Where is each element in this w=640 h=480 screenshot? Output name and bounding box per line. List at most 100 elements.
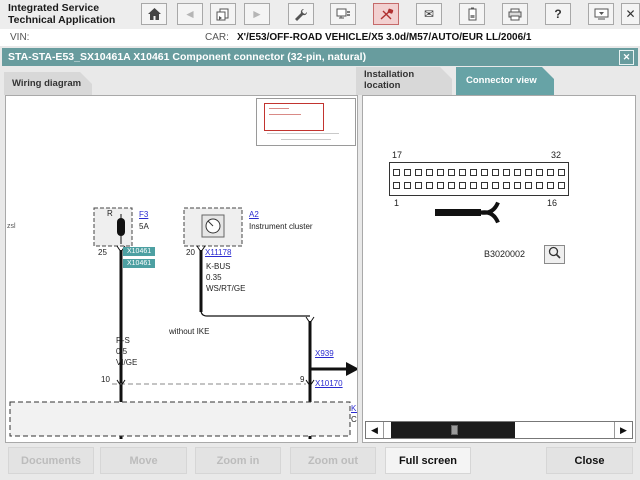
connector-pin	[558, 169, 565, 176]
print-button[interactable]	[502, 3, 528, 25]
module-link[interactable]: K15	[351, 404, 357, 413]
full-screen-button[interactable]: Full screen	[385, 447, 471, 474]
connector-pin	[393, 169, 400, 176]
workshop-session-button[interactable]	[210, 3, 236, 25]
app-title-line2: Technical Application	[8, 14, 116, 27]
scrollbar-thumb[interactable]	[390, 422, 516, 438]
fuse-link[interactable]: F3	[139, 210, 148, 219]
connector-pin	[448, 182, 455, 189]
tab-label: Installation location	[364, 69, 415, 91]
home-button[interactable]	[141, 3, 167, 25]
connector-pin	[492, 182, 499, 189]
content-area: zsl R F3 5A 25 X10461 X10461 A2 Instrume…	[0, 95, 640, 445]
connector-pin	[547, 182, 554, 189]
zoom-image-button[interactable]	[544, 245, 565, 264]
connector-pin	[393, 182, 400, 189]
forward-icon: ►	[251, 7, 263, 21]
wrench-icon	[294, 8, 308, 21]
scroll-left-button[interactable]: ◀	[366, 422, 384, 438]
car-value: X'/E53/OFF-ROAD VEHICLE/X5 3.0d/M57/AUTO…	[237, 32, 532, 43]
magnifier-icon	[548, 246, 561, 264]
button-label: Zoom out	[307, 454, 359, 467]
wire-name-label: R-S	[116, 336, 130, 345]
offpage-link[interactable]: X939	[315, 349, 334, 358]
battery-icon	[468, 7, 477, 21]
main-toolbar: Integrated Service Technical Application…	[0, 0, 640, 30]
close-icon: ✕	[625, 7, 636, 21]
button-label: Documents	[21, 454, 81, 467]
connector-pin	[481, 182, 488, 189]
connector-view-panel: 17 32 1 16 B3020002 ◀ ▶	[362, 95, 636, 443]
connector-pin	[536, 169, 543, 176]
connector-pin	[415, 169, 422, 176]
documents-button[interactable]: Documents	[8, 447, 94, 474]
fuse-pin-number: 25	[98, 248, 107, 257]
branch-condition-label: without IKE	[169, 327, 210, 336]
overview-sketch-line	[269, 114, 301, 115]
help-button[interactable]: ?	[545, 3, 571, 25]
cluster-link[interactable]: A2	[249, 210, 259, 219]
tab-label: Wiring diagram	[12, 78, 82, 89]
document-close-button[interactable]: ✕	[619, 50, 634, 65]
help-icon: ?	[554, 7, 562, 21]
connector-pin	[525, 182, 532, 189]
operations-button[interactable]	[330, 3, 356, 25]
scroll-right-button[interactable]: ▶	[614, 422, 632, 438]
battery-status-button[interactable]	[459, 3, 485, 25]
scrollbar-track[interactable]	[384, 422, 614, 438]
close-button[interactable]: Close	[546, 447, 633, 474]
overview-sketch-line	[269, 108, 289, 109]
service-functions-button[interactable]	[288, 3, 314, 25]
wiring-diagram-panel: zsl R F3 5A 25 X10461 X10461 A2 Instrume…	[5, 95, 358, 443]
display-toggle-button[interactable]	[588, 3, 614, 25]
left-arrow-icon: ◀	[371, 424, 378, 435]
wire-size-label: 0.5	[116, 347, 128, 356]
wire-name-label: K-BUS	[206, 262, 231, 271]
image-reference-label: B3020002	[484, 249, 526, 259]
pin-row-lower	[393, 182, 565, 189]
pin-number-bottom-right: 16	[547, 198, 558, 208]
diagram-overview-thumbnail[interactable]	[256, 98, 356, 146]
zoom-in-button[interactable]: Zoom in	[195, 447, 281, 474]
connector-pin	[525, 169, 532, 176]
connector-pin	[404, 182, 411, 189]
connector-pin	[481, 169, 488, 176]
node-pin-number: 9	[300, 375, 305, 384]
connector-pin	[470, 169, 477, 176]
connector-tag[interactable]: X10461	[123, 247, 156, 256]
close-app-button[interactable]: ✕	[621, 3, 640, 25]
module-caption: Co	[351, 415, 357, 424]
forward-button[interactable]: ►	[244, 3, 270, 25]
vehicle-bar: VIN: CAR: X'/E53/OFF-ROAD VEHICLE/X5 3.0…	[0, 29, 640, 46]
button-label: Full screen	[398, 454, 458, 467]
connector-pin	[426, 169, 433, 176]
tab-wiring-diagram[interactable]: Wiring diagram	[4, 72, 92, 95]
connector-pin	[437, 169, 444, 176]
connector-tag[interactable]: X10461	[123, 259, 156, 268]
back-button[interactable]: ◄	[177, 3, 203, 25]
connector-pin	[437, 182, 444, 189]
wire-color-label: WS/RT/GE	[206, 284, 246, 293]
right-arrow-icon: ▶	[620, 424, 627, 435]
button-label: Zoom in	[216, 454, 260, 467]
tab-installation-location[interactable]: Installation location	[356, 67, 452, 95]
connector-pin	[448, 169, 455, 176]
move-button[interactable]: Move	[100, 447, 187, 474]
node-connector-link[interactable]: X10170	[315, 379, 343, 388]
tab-connector-view[interactable]: Connector view	[456, 67, 554, 95]
back-icon: ◄	[184, 7, 196, 21]
pin-number-bottom-left: 1	[394, 198, 400, 208]
measuring-devices-button[interactable]	[373, 3, 399, 25]
wire-color-label: VI/GE	[116, 358, 138, 367]
connector-pin	[503, 169, 510, 176]
cluster-connector-link[interactable]: X11178	[205, 248, 231, 257]
footer-button-bar: Documents Move Zoom in Zoom out Full scr…	[0, 447, 640, 480]
mail-button[interactable]: ✉	[416, 3, 442, 25]
printer-icon	[508, 8, 522, 21]
node-pin-number: 10	[101, 375, 110, 384]
cluster-pin-number: 20	[186, 248, 195, 257]
zoom-out-button[interactable]: Zoom out	[290, 447, 376, 474]
button-label: Close	[574, 454, 605, 467]
wire-size-label: 0.35	[206, 273, 222, 282]
tab-row: Wiring diagram Installation location Con…	[0, 66, 640, 95]
